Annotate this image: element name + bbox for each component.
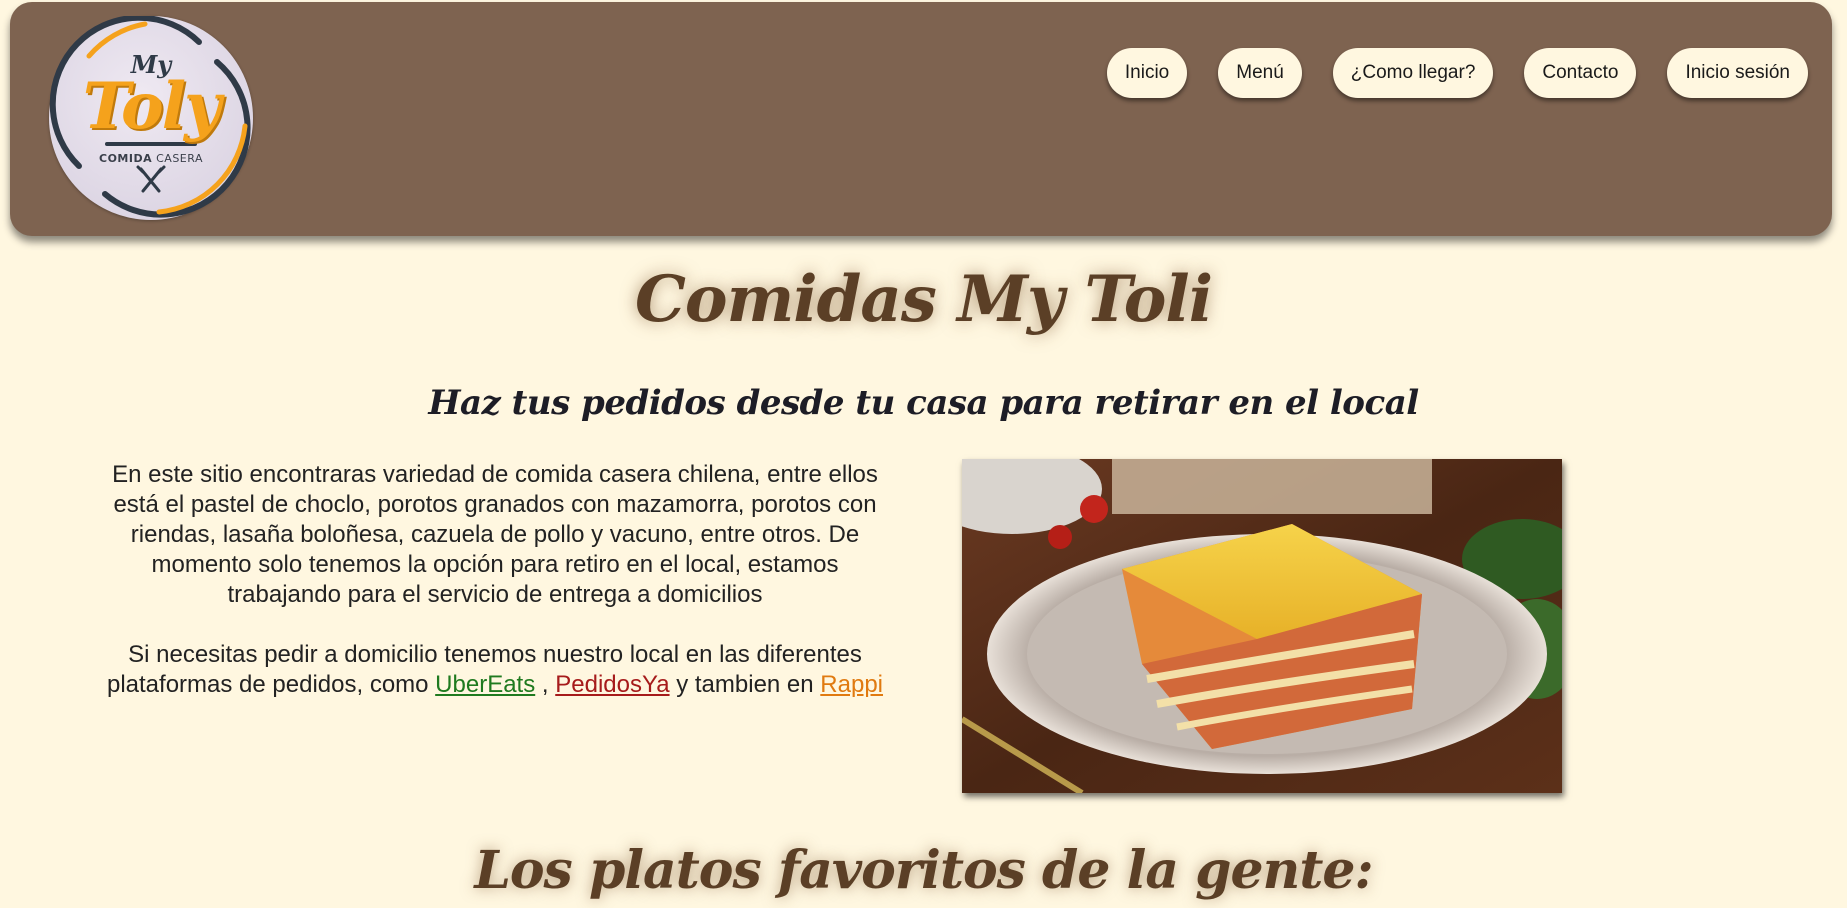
site-header: My Toly COMIDA CASERA Inicio Menú ¿Como … [10, 2, 1832, 236]
lasagna-photo [962, 459, 1562, 793]
page-subtitle: Haz tus pedidos desde tu casa para retir… [428, 383, 1419, 423]
pedidosya-link[interactable]: PedidosYa [555, 671, 669, 698]
intro-paragraph-1: En este sitio encontraras variedad de co… [112, 461, 878, 608]
brand-name: Toly [82, 69, 221, 144]
fork-knife-icon [136, 165, 166, 193]
p2-text-mid: y tambien en [669, 671, 821, 698]
nav-inicio-button[interactable]: Inicio [1106, 48, 1188, 98]
lasagna-image [962, 459, 1562, 793]
main-nav: Inicio Menú ¿Como llegar? Contacto Inici… [1106, 48, 1808, 98]
intro-text: En este sitio encontraras variedad de co… [95, 460, 895, 700]
p2-separator: , [535, 671, 556, 698]
intro-paragraph-2: Si necesitas pedir a domicilio tenemos n… [95, 640, 895, 700]
page-title: Comidas My Toli [634, 262, 1213, 337]
nav-contacto-button[interactable]: Contacto [1524, 48, 1637, 98]
rappi-link[interactable]: Rappi [820, 671, 883, 698]
logo[interactable]: My Toly COMIDA CASERA [49, 16, 253, 220]
nav-como-llegar-button[interactable]: ¿Como llegar? [1332, 48, 1494, 98]
nav-menu-button[interactable]: Menú [1218, 48, 1302, 98]
nav-login-button[interactable]: Inicio sesión [1667, 48, 1808, 98]
tagline-bold: COMIDA [99, 152, 153, 165]
favorites-title: Los platos favoritos de la gente: [474, 840, 1373, 901]
tagline-light: CASERA [156, 152, 203, 165]
brand-tagline: COMIDA CASERA [49, 152, 253, 165]
ubereats-link[interactable]: UberEats [435, 671, 535, 698]
